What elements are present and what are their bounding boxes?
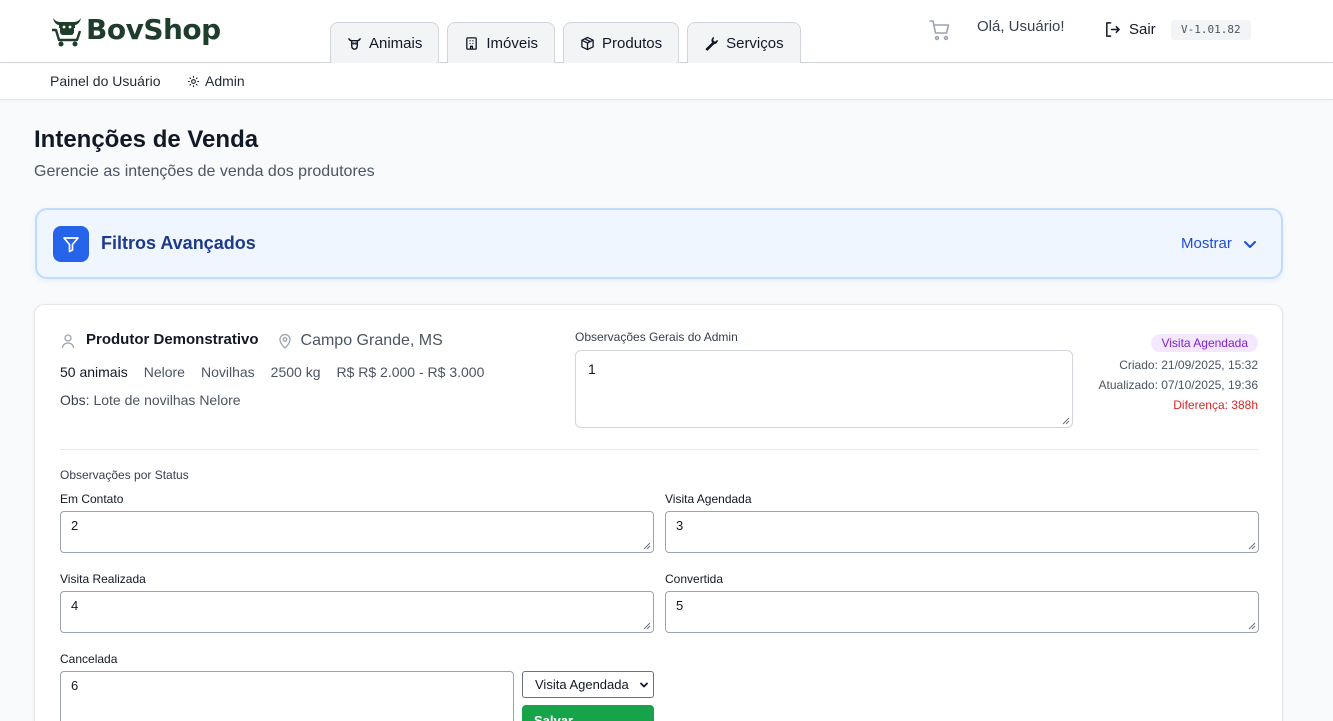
- tab-servicos[interactable]: Serviços: [687, 22, 801, 63]
- spec-breed: Nelore: [143, 364, 185, 380]
- page-title: Intenções de Venda: [34, 126, 259, 153]
- textarea-visita-realizada[interactable]: 4: [60, 591, 654, 633]
- field-label-visita-agendada: Visita Agendada: [665, 492, 752, 506]
- field-value: 2: [71, 518, 79, 533]
- tab-produtos[interactable]: Produtos: [563, 22, 680, 63]
- field-label-em-contato: Em Contato: [60, 492, 124, 506]
- tab-label: Imóveis: [486, 34, 539, 52]
- tab-label: Serviços: [726, 34, 784, 52]
- admin-obs-label: Observações Gerais do Admin: [575, 330, 738, 344]
- gear-icon: [187, 75, 200, 87]
- field-label-visita-realizada: Visita Realizada: [60, 572, 146, 586]
- field-label-cancelada: Cancelada: [60, 652, 118, 666]
- sale-intention-card: Produtor Demonstrativo Campo Grande, MS …: [34, 304, 1283, 721]
- building-icon: [466, 36, 478, 50]
- filter-icon: [53, 226, 89, 262]
- textarea-cancelada[interactable]: 6: [60, 671, 514, 721]
- producer-name: Produtor Demonstrativo: [84, 327, 269, 354]
- category-tabs: Animais Imóveis Produtos Serviços: [330, 22, 801, 63]
- obs-label: Obs:: [60, 392, 90, 408]
- subnav-label: Painel do Usuário: [50, 73, 161, 89]
- top-header: BovShop Animais Imóveis Produtos Serviço…: [0, 0, 1333, 63]
- textarea-visita-agendada[interactable]: 3: [665, 511, 1259, 553]
- logout-label: Sair: [1129, 21, 1156, 38]
- subnav-item-painel[interactable]: Painel do Usuário: [50, 73, 161, 89]
- field-value: 3: [676, 518, 684, 533]
- resize-grip-icon[interactable]: [1248, 542, 1256, 550]
- spec-weight: 2500 kg: [270, 364, 321, 380]
- user-icon: [61, 333, 75, 348]
- resize-grip-icon[interactable]: [643, 622, 651, 630]
- tab-label: Produtos: [602, 34, 663, 52]
- filters-title: Filtros Avançados: [101, 233, 256, 253]
- page-subtitle: Gerencie as intenções de venda dos produ…: [34, 163, 375, 180]
- updated-date: Atualizado: 07/10/2025, 19:36: [1098, 378, 1258, 392]
- cow-icon: [348, 37, 361, 50]
- created-date: Criado: 21/09/2025, 15:32: [1119, 358, 1258, 372]
- status-badge: Visita Agendada: [1151, 334, 1258, 352]
- resize-grip-icon[interactable]: [1062, 417, 1070, 425]
- status-select-value: Visita Agendada: [535, 677, 629, 692]
- advanced-filters-panel[interactable]: Filtros Avançados Mostrar: [35, 208, 1283, 279]
- user-greeting: Olá, Usuário!: [977, 18, 1065, 35]
- resize-grip-icon[interactable]: [1248, 622, 1256, 630]
- filters-toggle-button[interactable]: Mostrar: [1181, 235, 1258, 252]
- admin-obs-value: 1: [588, 361, 596, 377]
- admin-obs-textarea[interactable]: 1: [575, 350, 1073, 428]
- brand-logo[interactable]: BovShop: [50, 12, 221, 48]
- lot-observation: Obs: Lote de novilhas Nelore: [60, 392, 241, 408]
- status-select[interactable]: Visita Agendada: [522, 671, 654, 698]
- spec-price: R$ R$ 2.000 - R$ 3.000: [336, 364, 485, 380]
- tab-animais[interactable]: Animais: [330, 22, 440, 63]
- intention-meta: Visita Agendada Criado: 21/09/2025, 15:3…: [1099, 334, 1258, 412]
- spec-category: Novilhas: [200, 364, 255, 380]
- subnav-label: Admin: [205, 73, 245, 89]
- divider: [60, 449, 1258, 450]
- logout-button[interactable]: Sair: [1104, 21, 1156, 38]
- lot-specs: 50 animais Nelore Novilhas 2500 kg R$ R$…: [60, 364, 484, 380]
- chevron-down-icon: [1243, 240, 1256, 248]
- producer-location: Campo Grande, MS: [300, 331, 443, 349]
- chevron-down-icon: [640, 682, 648, 688]
- filters-toggle-label: Mostrar: [1181, 235, 1232, 252]
- field-label-convertida: Convertida: [665, 572, 724, 586]
- field-value: 4: [71, 598, 79, 613]
- logout-icon: [1106, 22, 1120, 37]
- textarea-convertida[interactable]: 5: [665, 591, 1259, 633]
- obs-value: Lote de novilhas Nelore: [93, 392, 241, 408]
- save-button[interactable]: Salvar: [522, 705, 654, 721]
- tab-label: Animais: [369, 34, 423, 52]
- sub-navigation: Painel do Usuário Admin: [0, 63, 1333, 100]
- status-obs-title: Observações por Status: [60, 468, 189, 482]
- version-badge: V-1.01.82: [1171, 20, 1251, 40]
- spec-quantity: 50 animais: [60, 364, 128, 380]
- subnav-item-admin[interactable]: Admin: [187, 73, 245, 89]
- tab-imoveis[interactable]: Imóveis: [447, 22, 556, 63]
- time-difference: Diferença: 388h: [1173, 398, 1258, 412]
- field-value: 5: [676, 598, 684, 613]
- cart-icon[interactable]: [928, 18, 952, 42]
- producer-row: Produtor Demonstrativo Campo Grande, MS: [60, 327, 443, 354]
- save-label: Salvar: [534, 713, 574, 721]
- map-pin-icon: [278, 333, 291, 349]
- field-value: 6: [71, 678, 79, 693]
- wrench-icon: [705, 36, 718, 51]
- brand-name: BovShop: [86, 13, 221, 46]
- resize-grip-icon[interactable]: [643, 542, 651, 550]
- cow-cart-logo-icon: [52, 18, 82, 47]
- box-icon: [581, 36, 594, 50]
- textarea-em-contato[interactable]: 2: [60, 511, 654, 553]
